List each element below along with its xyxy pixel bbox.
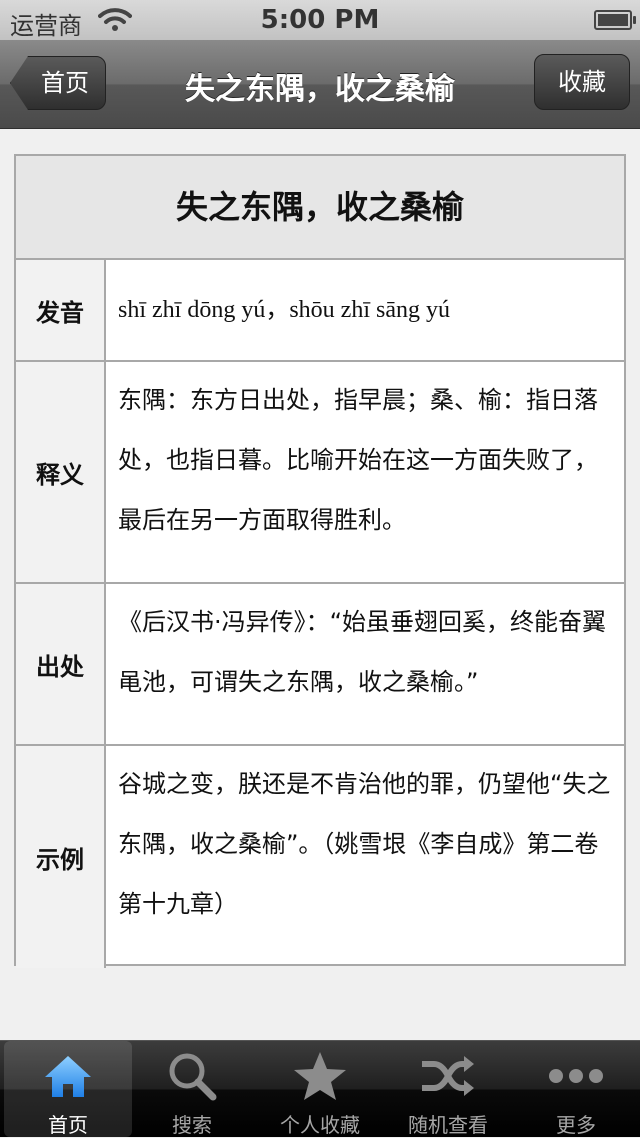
pronunciation-value: shī zhī dōng yú，shōu zhī sāng yú	[118, 297, 450, 323]
row-label: 出处	[16, 584, 106, 744]
table-row-meaning: 释义 东隅：东方日出处，指早晨；桑、榆：指日落处，也指日暮。比喻开始在这一方面失…	[16, 362, 624, 584]
home-icon	[4, 1051, 132, 1101]
status-time: 5:00 PM	[260, 5, 380, 35]
table-row-example: 示例 谷城之变，朕还是不肯治他的罪，仍望他“失之东隅，收之桑榆”。（姚雪垠《李自…	[16, 746, 624, 968]
search-icon	[128, 1051, 256, 1101]
tab-label: 个人收藏	[280, 1113, 360, 1137]
tab-more[interactable]: 更多	[512, 1041, 640, 1137]
row-label: 释义	[16, 362, 106, 582]
tab-label: 随机查看	[408, 1113, 488, 1137]
favorite-button[interactable]: 收藏	[534, 54, 630, 110]
example-value: 谷城之变，朕还是不肯治他的罪，仍望他“失之东隅，收之桑榆”。（姚雪垠《李自成》第…	[118, 770, 611, 918]
tab-search[interactable]: 搜索	[128, 1041, 256, 1137]
more-icon	[512, 1051, 640, 1101]
idiom-detail-table: 失之东隅，收之桑榆 发音 shī zhī dōng yú，shōu zhī sā…	[14, 154, 626, 968]
tab-label: 搜索	[172, 1113, 212, 1137]
battery-icon	[594, 10, 636, 30]
source-value: 《后汉书·冯异传》：“始虽垂翅回奚，终能奋翼黾池，可谓失之东隅，收之桑榆。”	[118, 608, 607, 696]
idiom-title: 失之东隅，收之桑榆	[16, 156, 624, 260]
status-bar: 运营商 5:00 PM	[0, 0, 640, 40]
tab-home[interactable]: 首页	[4, 1041, 132, 1137]
row-label: 示例	[16, 746, 106, 968]
tab-label: 首页	[48, 1113, 88, 1137]
tab-bar: 首页 搜索 个人收藏 随机查看 更多	[0, 1040, 640, 1137]
star-icon	[256, 1051, 384, 1101]
tab-random[interactable]: 随机查看	[384, 1041, 512, 1137]
table-row-pronunciation: 发音 shī zhī dōng yú，shōu zhī sāng yú	[16, 260, 624, 362]
navigation-bar: 首页 失之东隅，收之桑榆 收藏	[0, 40, 640, 129]
tab-label: 更多	[556, 1113, 596, 1137]
row-label: 发音	[16, 260, 106, 360]
nav-title: 失之东隅，收之桑榆	[185, 72, 455, 107]
shuffle-icon	[384, 1051, 512, 1101]
tab-favorites[interactable]: 个人收藏	[256, 1041, 384, 1137]
meaning-value: 东隅：东方日出处，指早晨；桑、榆：指日落处，也指日暮。比喻开始在这一方面失败了，…	[118, 386, 598, 534]
table-row-source: 出处 《后汉书·冯异传》：“始虽垂翅回奚，终能奋翼黾池，可谓失之东隅，收之桑榆。…	[16, 584, 624, 746]
back-button[interactable]: 首页	[10, 56, 106, 110]
